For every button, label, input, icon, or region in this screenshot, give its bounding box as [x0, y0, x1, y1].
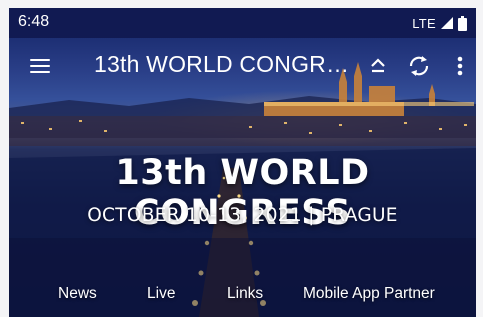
app-bar-title: 13th WORLD CONGR… [94, 51, 350, 77]
status-bar: 6:48 LTE [9, 8, 476, 38]
refresh-icon[interactable] [406, 53, 432, 79]
hero-subtitle: OCTOBER 10-13, 2021 | PRAGUE [87, 205, 398, 226]
battery-icon [458, 15, 467, 31]
tab-live[interactable]: Live [147, 285, 175, 303]
tab-news[interactable]: News [58, 285, 97, 303]
signal-icon [441, 17, 453, 29]
tab-links[interactable]: Links [227, 285, 263, 303]
tab-mobile-app-partner[interactable]: Mobile App Partner [303, 285, 435, 303]
app-bar: 13th WORLD CONGR… [9, 38, 476, 94]
more-vertical-icon[interactable] [449, 53, 471, 79]
status-indicators: LTE [412, 13, 467, 33]
menu-icon[interactable] [28, 53, 54, 79]
collapse-icon[interactable] [366, 54, 390, 78]
phone-screen: 6:48 LTE 13th WORLD CONGR… 13th WORLD CO… [9, 8, 476, 317]
status-time: 6:48 [18, 13, 50, 30]
network-type: LTE [412, 15, 436, 31]
